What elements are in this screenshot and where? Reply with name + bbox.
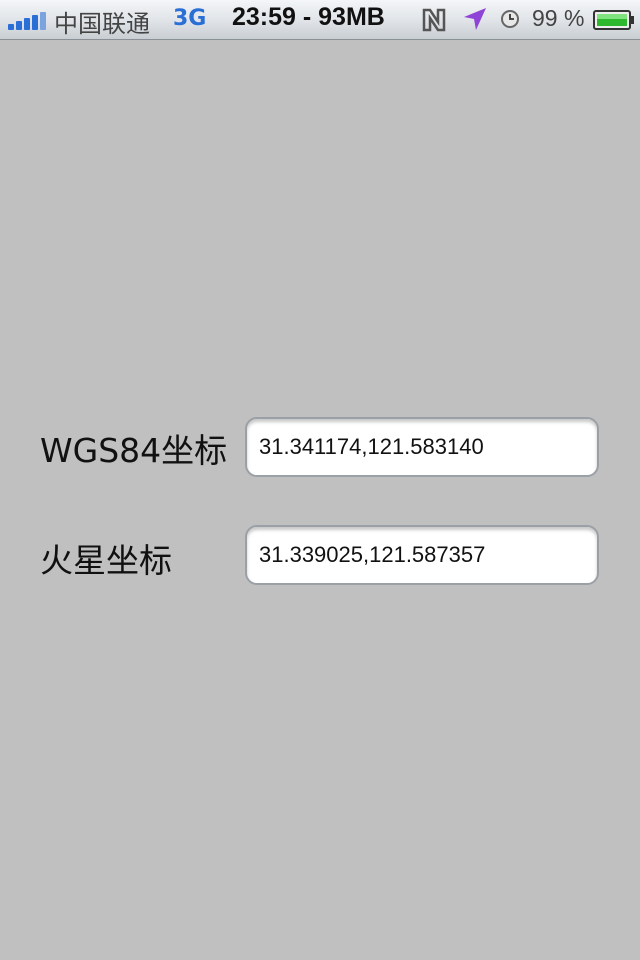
mars-coordinate-field[interactable] [245, 525, 599, 585]
network-type: 3G [173, 6, 207, 31]
signal-strength-icon [8, 12, 48, 30]
mars-coordinate-label: 火星坐标 [40, 541, 172, 580]
n-app-icon [422, 8, 446, 32]
battery-percentage: 99 % [532, 5, 585, 31]
alarm-clock-icon [501, 10, 519, 28]
time-memory-readout: 23:59 - 93MB [232, 3, 385, 31]
status-bar: 中国联通 3G 23:59 - 93MB 99 % [0, 0, 640, 40]
wgs84-coordinate-field[interactable] [245, 417, 599, 477]
carrier-name: 中国联通 [54, 10, 150, 38]
location-arrow-icon [464, 8, 486, 30]
battery-icon [593, 10, 634, 30]
wgs84-label: WGS84坐标 [40, 431, 228, 470]
